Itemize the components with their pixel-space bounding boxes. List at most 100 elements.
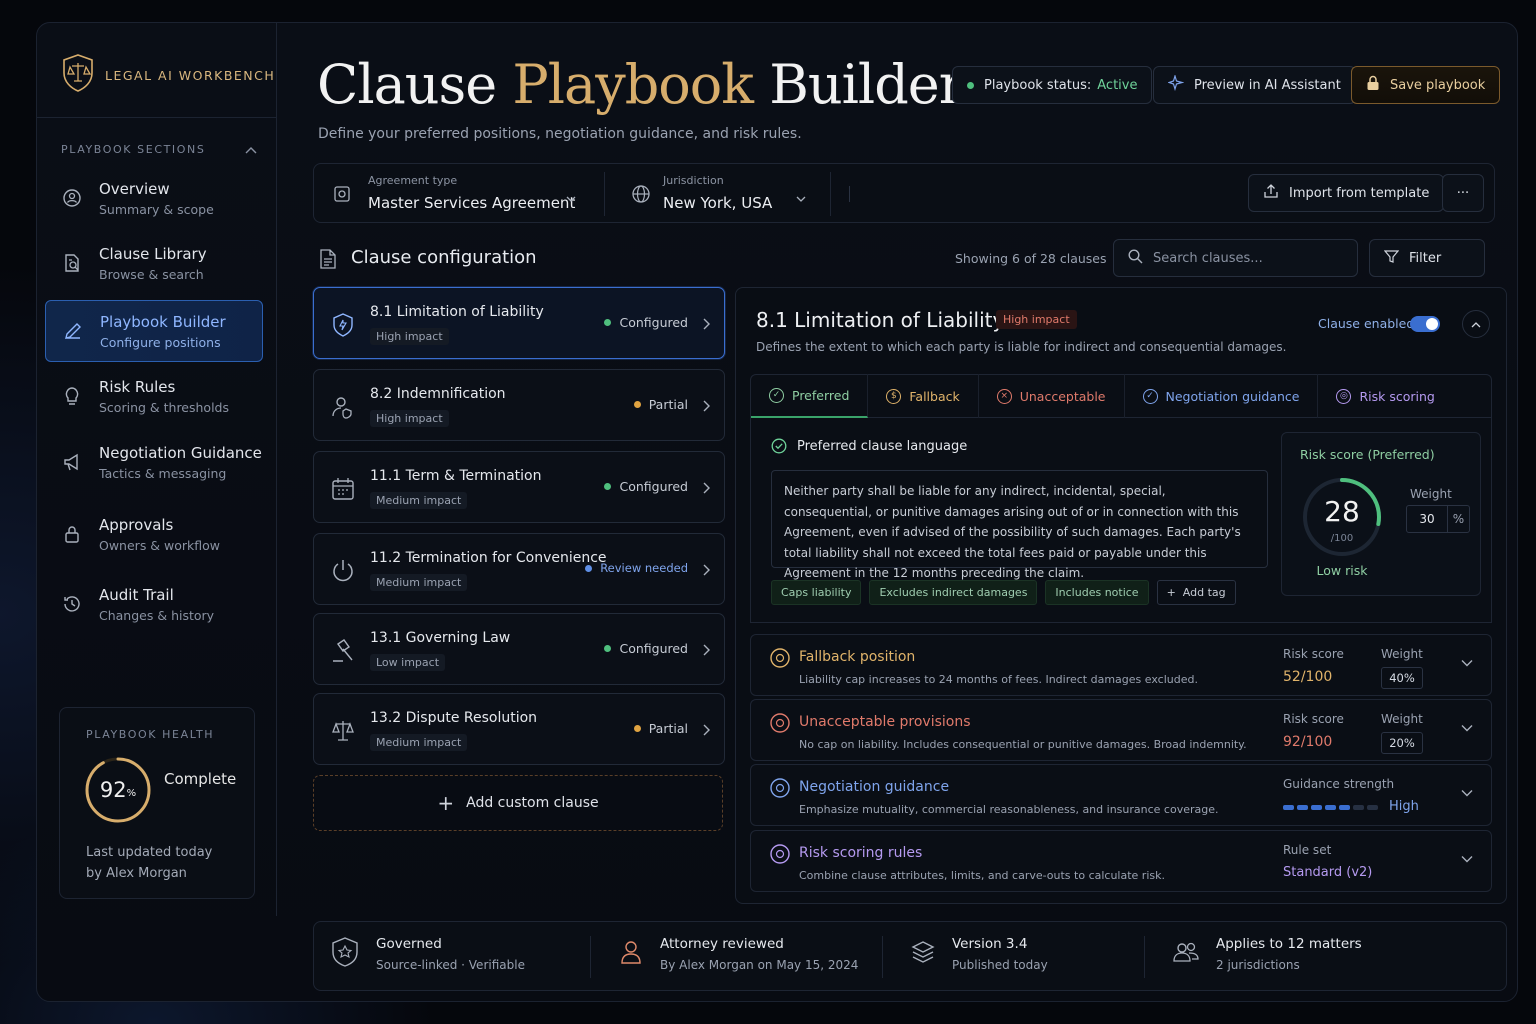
tab-label: Fallback bbox=[909, 388, 960, 404]
sidebar-item-overview[interactable]: Overview Summary & scope bbox=[45, 167, 263, 229]
footer-sub: By Alex Morgan on May 15, 2024 bbox=[660, 958, 859, 972]
preferred-clause-text[interactable]: Neither party shall be liable for any in… bbox=[771, 470, 1268, 580]
footer-bar: Governed Source-linked · Verifiable Attorn… bbox=[313, 921, 1507, 991]
chevron-right-icon[interactable] bbox=[702, 397, 710, 416]
agreement-type-select[interactable]: Agreement type Master Services Agreement bbox=[314, 164, 604, 224]
sidebar-item-negotiation-guidance[interactable]: Negotiation Guidance Tactics & messaging bbox=[45, 431, 263, 493]
clause-status-label: Partial bbox=[648, 397, 688, 412]
sidebar-item-label: Playbook Builder bbox=[100, 312, 226, 331]
import-template-button[interactable]: Import from template bbox=[1248, 174, 1445, 212]
clause-status: Partial bbox=[633, 721, 688, 736]
row-weight-value[interactable]: 20% bbox=[1381, 732, 1423, 754]
sidebar-item-clause-library[interactable]: Clause Library Browse & search bbox=[45, 232, 263, 294]
shield-check-icon bbox=[330, 936, 360, 972]
risk-level: Low risk bbox=[1316, 563, 1368, 578]
last-updated: Last updated today bbox=[86, 845, 213, 860]
user-shield-icon bbox=[330, 394, 356, 424]
add-tag-button[interactable]: + Add tag bbox=[1156, 580, 1236, 605]
chevron-down-icon[interactable] bbox=[1461, 720, 1473, 736]
tag[interactable]: Excludes indirect damages bbox=[869, 580, 1038, 605]
playbook-status-badge[interactable]: Playbook status: Active bbox=[952, 66, 1153, 104]
weight-label: Weight bbox=[1410, 487, 1452, 501]
scales-logo-icon bbox=[61, 53, 95, 97]
title-part: Clause bbox=[317, 53, 513, 116]
divider bbox=[1144, 936, 1145, 978]
filter-button[interactable]: Filter bbox=[1369, 239, 1485, 277]
sidebar-item-approvals[interactable]: Approvals Owners & workflow bbox=[45, 503, 263, 565]
row-key: Risk score bbox=[1283, 712, 1344, 726]
status-label: Playbook status: bbox=[984, 77, 1092, 93]
brand-name: LEGAL AI WORKBENCH bbox=[105, 67, 276, 83]
gavel-icon bbox=[330, 638, 356, 668]
row-weight-value[interactable]: 40% bbox=[1381, 667, 1423, 689]
check-circle-icon: ✓ bbox=[769, 387, 784, 403]
status-dot bbox=[604, 483, 612, 490]
chevron-right-icon[interactable] bbox=[702, 479, 710, 498]
clause-status-label: Partial bbox=[648, 721, 688, 736]
search-input[interactable]: Search clauses... bbox=[1113, 239, 1358, 277]
footer-title: Governed bbox=[376, 936, 442, 952]
sidebar-item-sub: Configure positions bbox=[100, 334, 221, 350]
chevron-down-icon bbox=[796, 188, 806, 207]
chevron-right-icon[interactable] bbox=[702, 721, 710, 740]
clause-card[interactable]: 11.2 Termination for Convenience Medium … bbox=[313, 533, 725, 605]
add-tag-label: Add tag bbox=[1182, 586, 1226, 599]
filter-icon bbox=[1383, 249, 1400, 268]
add-custom-clause-button[interactable]: + Add custom clause bbox=[313, 775, 723, 831]
tab-negotiation-guidance[interactable]: ✓ Negotiation guidance bbox=[1125, 374, 1319, 418]
tag[interactable]: Caps liability bbox=[771, 580, 862, 605]
position-row-fallback-position[interactable]: Fallback position Liability cap increase… bbox=[750, 634, 1492, 696]
tab-preferred[interactable]: ✓ Preferred bbox=[751, 374, 869, 418]
chevron-down-icon[interactable] bbox=[1461, 785, 1473, 801]
tab-fallback[interactable]: $ Fallback bbox=[868, 374, 979, 418]
sidebar-item-playbook-builder[interactable]: Playbook Builder Configure positions bbox=[45, 300, 263, 362]
health-percent: 92 bbox=[99, 778, 127, 802]
more-options-button[interactable]: ··· bbox=[1442, 174, 1484, 212]
chevron-right-icon[interactable] bbox=[702, 561, 710, 580]
divider bbox=[849, 186, 850, 202]
footer-title: Version 3.4 bbox=[952, 936, 1028, 952]
chevron-up-icon[interactable] bbox=[245, 146, 257, 154]
save-label: Save playbook bbox=[1390, 77, 1486, 93]
people-icon bbox=[1172, 939, 1200, 969]
brand: LEGAL AI WORKBENCH bbox=[61, 53, 276, 97]
sections-header[interactable]: PLAYBOOK SECTIONS bbox=[61, 143, 257, 156]
chevron-down-icon[interactable] bbox=[1461, 851, 1473, 867]
clause-name: 13.1 Governing Law bbox=[370, 630, 511, 646]
position-row-unacceptable-provisions[interactable]: Unacceptable provisions No cap on liabil… bbox=[750, 699, 1492, 761]
position-row-risk-scoring-rules[interactable]: Risk scoring rules Combine clause attrib… bbox=[750, 830, 1492, 892]
chevron-right-icon[interactable] bbox=[702, 315, 710, 334]
tag[interactable]: Includes notice bbox=[1045, 580, 1149, 605]
tab-unacceptable[interactable]: × Unacceptable bbox=[979, 374, 1125, 418]
clause-card[interactable]: 13.1 Governing Law Low impact Configured bbox=[313, 613, 725, 685]
chevron-up-icon[interactable] bbox=[1462, 310, 1490, 338]
save-playbook-button[interactable]: Save playbook bbox=[1351, 66, 1501, 104]
clause-card[interactable]: 8.2 Indemnification High impact Partial bbox=[313, 369, 725, 441]
preferred-panel: Preferred clause language Neither party … bbox=[750, 418, 1492, 623]
chevron-down-icon[interactable] bbox=[1461, 655, 1473, 671]
clause-impact: High impact bbox=[370, 328, 449, 345]
badge-check-icon: ✓ bbox=[1142, 388, 1158, 404]
clause-card[interactable]: 8.1 Limitation of Liability High impact … bbox=[313, 287, 725, 359]
clause-card[interactable]: 13.2 Dispute Resolution Medium impact Pa… bbox=[313, 693, 725, 765]
weight-input[interactable]: 30 % bbox=[1406, 505, 1470, 533]
sidebar-item-label: Negotiation Guidance bbox=[99, 443, 262, 462]
tab-risk-scoring[interactable]: ◎ Risk scoring bbox=[1318, 374, 1452, 418]
jurisdiction-select[interactable]: Jurisdiction New York, USA bbox=[605, 164, 830, 224]
chevron-right-icon[interactable] bbox=[702, 641, 710, 660]
title-highlight: Playbook bbox=[512, 53, 754, 116]
check-circle-icon bbox=[771, 438, 787, 454]
clause-card[interactable]: 11.1 Term & Termination Medium impact Co… bbox=[313, 451, 725, 523]
sidebar-item-audit-trail[interactable]: Audit Trail Changes & history bbox=[45, 573, 263, 635]
sidebar-item-label: Overview bbox=[99, 179, 170, 198]
preview-ai-button[interactable]: Preview in AI Assistant bbox=[1153, 66, 1356, 104]
tab-label: Risk scoring bbox=[1359, 388, 1435, 404]
position-row-negotiation-guidance[interactable]: Negotiation guidance Emphasize mutuality… bbox=[750, 764, 1492, 826]
calendar-icon bbox=[330, 476, 356, 506]
strength-bar bbox=[1283, 805, 1294, 810]
tab-label: Negotiation guidance bbox=[1165, 388, 1300, 404]
clause-status-label: Configured bbox=[619, 641, 688, 656]
clause-impact: Low impact bbox=[370, 654, 446, 671]
sidebar-item-risk-rules[interactable]: Risk Rules Scoring & thresholds bbox=[45, 365, 263, 427]
clause-enabled-toggle[interactable] bbox=[1410, 316, 1440, 332]
